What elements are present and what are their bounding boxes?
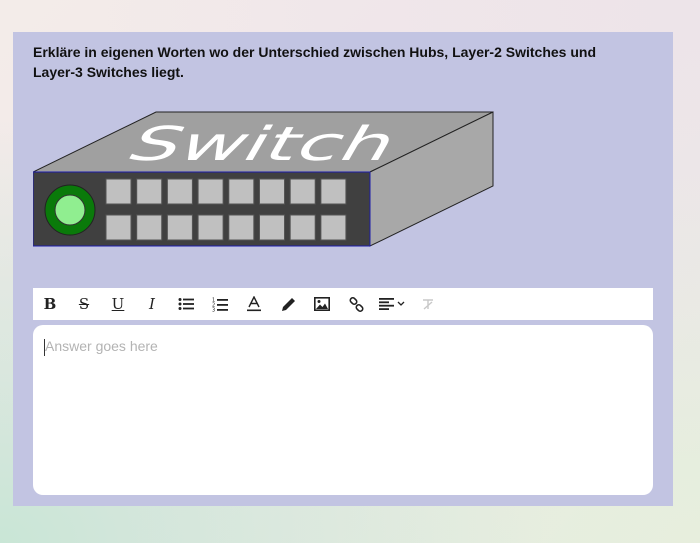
- status-led: [54, 194, 86, 226]
- ethernet-port: [136, 178, 163, 205]
- ethernet-port: [228, 214, 255, 241]
- ethernet-port: [136, 214, 163, 241]
- numbered-list-icon: 1 2 3: [212, 297, 228, 312]
- strikethrough-button[interactable]: S: [67, 288, 101, 320]
- answer-placeholder: Answer goes here: [45, 338, 158, 354]
- svg-text:3: 3: [212, 307, 215, 312]
- ethernet-port: [105, 214, 132, 241]
- ethernet-port: [166, 178, 193, 205]
- numbered-list-button[interactable]: 1 2 3: [203, 288, 237, 320]
- switch-illustration: Switch: [33, 111, 494, 247]
- bullet-list-button[interactable]: [169, 288, 203, 320]
- ethernet-port: [197, 178, 224, 205]
- underline-button[interactable]: U: [101, 288, 135, 320]
- chevron-down-icon: [397, 301, 405, 306]
- italic-icon: I: [149, 295, 155, 313]
- image-icon: [314, 297, 330, 311]
- ethernet-port: [105, 178, 132, 205]
- pencil-icon: [281, 297, 295, 311]
- align-left-icon: [379, 298, 394, 310]
- strikethrough-icon: S: [78, 295, 90, 313]
- align-dropdown-button[interactable]: [373, 288, 411, 320]
- ethernet-port: [197, 214, 224, 241]
- clear-format-button[interactable]: [411, 288, 445, 320]
- link-button[interactable]: [339, 288, 373, 320]
- ethernet-port: [259, 214, 285, 241]
- clear-format-icon: [423, 299, 433, 310]
- bold-button[interactable]: B: [33, 288, 67, 320]
- ethernet-port: [228, 178, 255, 205]
- switch-label: Switch: [117, 117, 410, 172]
- link-icon: [348, 296, 364, 312]
- ethernet-port: [289, 178, 316, 205]
- underline-icon: U: [111, 295, 125, 313]
- text-color-button[interactable]: [237, 288, 271, 320]
- text-cursor: [44, 339, 45, 356]
- question-card: Erkläre in eigenen Worten wo der Untersc…: [13, 32, 673, 506]
- bullet-list-icon: [178, 298, 194, 310]
- ethernet-port: [259, 178, 285, 205]
- bold-icon: B: [43, 295, 57, 313]
- ethernet-port: [289, 214, 316, 241]
- editor-toolbar: B S U I 1 2 3: [33, 288, 653, 320]
- question-text: Erkläre in eigenen Worten wo der Untersc…: [33, 44, 596, 80]
- highlight-button[interactable]: [271, 288, 305, 320]
- ethernet-port: [166, 214, 193, 241]
- image-button[interactable]: [305, 288, 339, 320]
- text-color-icon: [247, 296, 261, 312]
- ethernet-port: [320, 214, 347, 241]
- answer-editor[interactable]: Answer goes here: [33, 325, 653, 495]
- italic-button[interactable]: I: [135, 288, 169, 320]
- ethernet-port: [320, 178, 347, 205]
